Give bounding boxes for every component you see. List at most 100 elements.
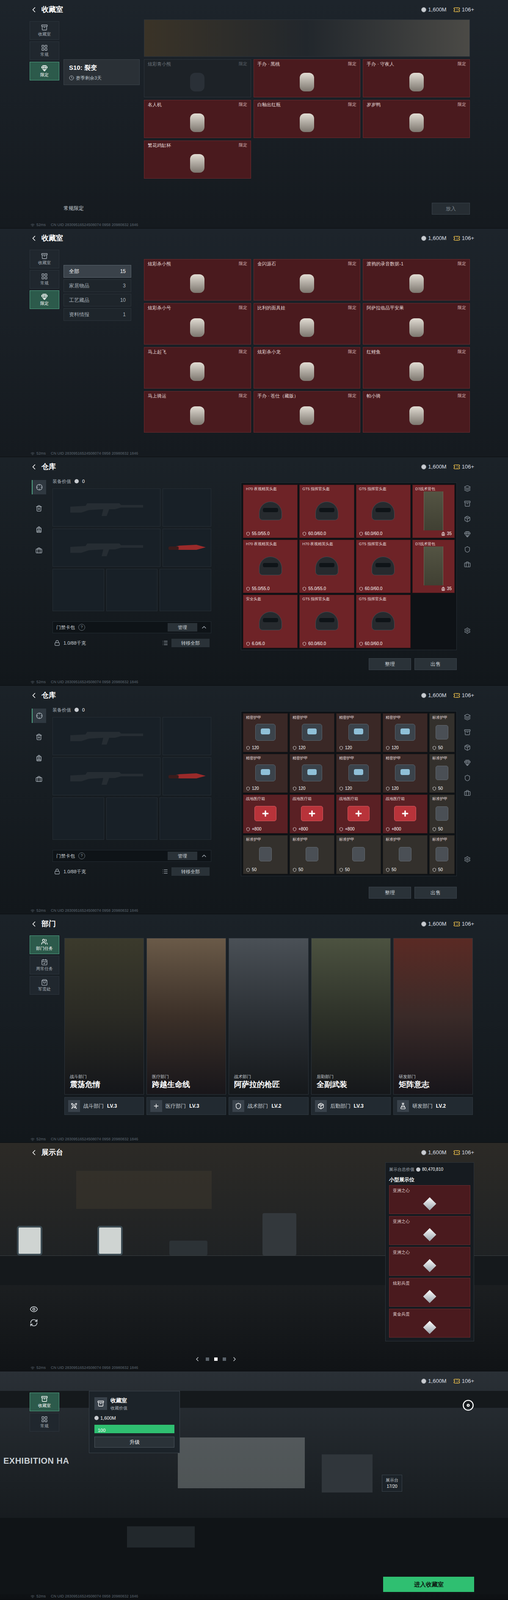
sidebar-tab[interactable]: 常规 [29,1413,60,1432]
inventory-item[interactable]: 精密护甲120 [289,713,335,753]
sidebar-tab[interactable]: 限定 [29,61,60,81]
rail-icon[interactable] [463,728,471,736]
page-dot[interactable] [222,1357,227,1362]
rail-button[interactable] [31,708,47,724]
melee-slot[interactable] [162,757,212,796]
menu-icon[interactable] [462,1399,475,1412]
inventory-item[interactable]: 精密护甲120 [382,753,428,793]
category-item[interactable]: 全部15 [63,265,132,278]
category-item[interactable]: 资料情报1 [63,308,132,321]
primary-weapon-slot[interactable] [52,488,161,527]
inventory-item[interactable]: 精密护甲120 [382,713,428,753]
inventory-item[interactable]: H70 夜视精英头盔55.0/55.0 [299,539,354,594]
sidebar-tab[interactable]: 周常任务 [29,955,60,975]
rail-icon[interactable] [463,789,471,797]
inventory-item[interactable]: 精密护甲120 [242,713,288,753]
inventory-item[interactable]: GT5 指挥官头盔60.0/60.0 [299,594,354,649]
page-dot[interactable] [214,1357,218,1362]
display-stand-label[interactable]: 展示台17/20 [381,1474,403,1492]
inventory-item[interactable]: 精密护甲120 [336,753,381,793]
helmet-slot[interactable] [52,568,105,612]
rotate-icon[interactable] [29,1318,39,1328]
sidebar-tab[interactable]: 收藏室 [29,249,60,269]
inventory-item[interactable]: H70 夜视精英头盔55.0/55.0 [242,484,298,539]
collapse-icon[interactable] [200,623,208,631]
upgrade-button[interactable]: 升级 [94,1436,175,1448]
prev-icon[interactable] [193,1355,201,1363]
grid-action-button[interactable]: 出售 [414,886,457,899]
showcase-slot[interactable]: 黄金兵蛋 [389,1308,471,1338]
collection-item[interactable]: 手办 · 守夜人限定 [362,59,470,98]
inventory-item[interactable]: GT5 指挥官头盔60.0/60.0 [356,594,411,649]
showcase-slot[interactable]: 亚洲之心 [389,1216,471,1246]
collection-item[interactable]: 名人机限定 [143,99,252,139]
sidebar-tab[interactable]: 部门任务 [29,935,60,955]
back-icon[interactable] [29,5,39,14]
sidebar-tab[interactable]: 收藏室 [29,21,60,40]
rail-icon[interactable] [463,485,471,492]
collection-item[interactable]: 比利的面具娃限定 [253,303,361,345]
collection-item[interactable]: 马上起飞限定 [143,347,252,389]
inventory-item[interactable]: 标准护甲50 [336,835,381,875]
inventory-item[interactable]: 精密护甲120 [242,753,288,793]
inventory-item[interactable]: 标准护甲50 [429,713,455,753]
collection-item[interactable]: 渡鸦的录音数据-1限定 [362,259,470,301]
grid-action-button[interactable]: 出售 [414,658,457,671]
rail-button[interactable] [31,480,47,495]
inventory-item[interactable]: 标准护甲50 [429,794,455,834]
inventory-item[interactable]: 精密护甲120 [289,753,335,793]
sidebar-tab[interactable]: 常规 [29,41,60,61]
grid-action-button[interactable]: 整理 [368,886,412,899]
inventory-item[interactable]: 战地医疗箱+800 [336,794,381,834]
department-card[interactable]: 后勤部门全副武装 [311,938,391,1095]
rail-icon[interactable] [463,744,471,751]
collection-item[interactable]: 炫彩青小熊限定 [143,59,252,98]
department-level[interactable]: 战斗部门LV.3 [64,1097,144,1116]
backpack-slot[interactable] [159,797,212,840]
sidebar-tab[interactable]: 收藏室 [29,1392,60,1412]
view-icon[interactable] [29,1305,39,1314]
department-level[interactable]: 战术部门LV.2 [228,1097,309,1116]
grid-action-button[interactable]: 整理 [368,658,412,671]
showcase-slot[interactable]: 亚洲之心 [389,1247,471,1276]
next-icon[interactable] [231,1355,238,1363]
rail-button[interactable] [31,543,47,558]
backpack-slot[interactable] [159,568,212,612]
inventory-item[interactable]: 标准护甲50 [382,835,428,875]
sidebar-tab[interactable]: 常规 [29,270,60,289]
rail-button[interactable] [31,729,47,745]
department-level[interactable]: 研发部门LV.2 [393,1097,473,1116]
transfer-all-button[interactable]: 转移全部 [171,638,210,648]
back-icon[interactable] [29,462,39,472]
rail-button[interactable] [31,522,47,537]
settings-icon[interactable] [463,855,471,863]
armor-slot[interactable] [106,568,158,612]
department-level[interactable]: 医疗部门LV.3 [146,1097,227,1116]
secondary-weapon-slot[interactable] [52,757,161,796]
inventory-item[interactable]: 安全头盔6.0/6.0 [242,594,298,649]
inventory-item[interactable]: 标准护甲50 [429,835,455,875]
settings-icon[interactable] [463,627,471,635]
enter-collection-button[interactable]: 进入收藏室 [383,1576,475,1593]
sidebar-tab[interactable]: 军需处 [29,976,60,995]
armor-slot[interactable] [106,797,158,840]
showcase-slot[interactable]: 炫彩兵蛋 [389,1278,471,1307]
collapse-icon[interactable] [200,852,208,860]
collection-item[interactable]: 帕小骑限定 [362,391,470,433]
rail-icon[interactable] [463,530,471,538]
collection-item[interactable]: 马上骑运限定 [143,391,252,433]
department-card[interactable]: 战斗部门震荡危情 [64,938,144,1095]
collection-item[interactable]: 红鲤鱼限定 [362,347,470,389]
inventory-item[interactable]: D7战术背包35 [412,484,455,539]
inventory-item[interactable]: 标准护甲50 [242,835,288,875]
inventory-item[interactable]: GT5 指挥官头盔60.0/60.0 [356,484,411,539]
transfer-all-button[interactable]: 转移全部 [171,867,210,877]
department-card[interactable]: 医疗部门跨越生命线 [146,938,227,1095]
department-level[interactable]: 后勤部门LV.3 [311,1097,391,1116]
rail-icon[interactable] [463,713,471,721]
collection-item[interactable]: 繁花鸡缸杯限定 [143,140,252,179]
collection-item[interactable]: 岁岁鸭限定 [362,99,470,139]
sidebar-tab[interactable]: 限定 [29,290,60,310]
category-item[interactable]: 工艺藏品10 [63,293,132,307]
rail-icon[interactable] [463,546,471,553]
